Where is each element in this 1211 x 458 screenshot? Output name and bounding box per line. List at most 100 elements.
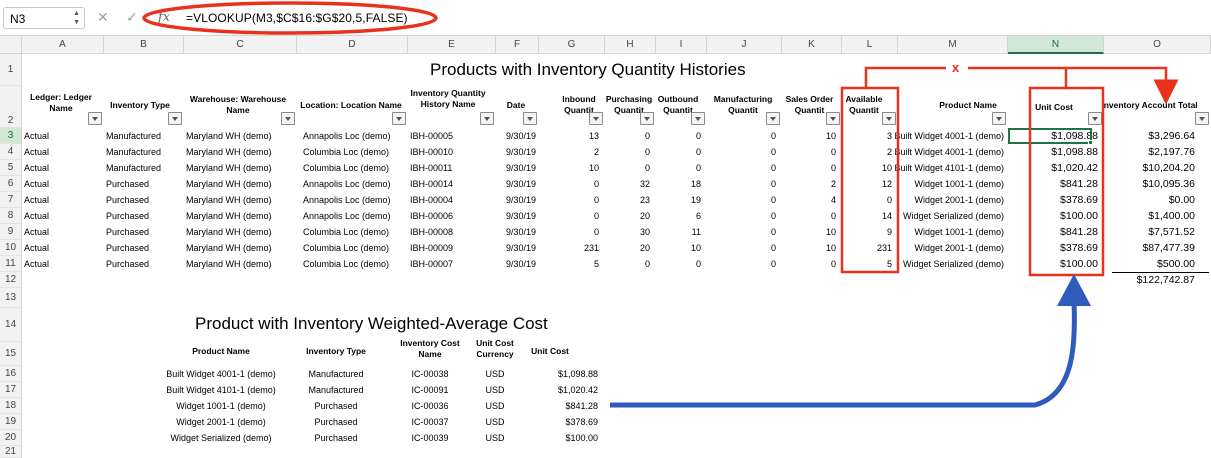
table1-cell-h[interactable]: 20	[605, 243, 650, 253]
table1-cell-j[interactable]: 0	[707, 131, 776, 141]
table1-cell-g[interactable]: 2	[539, 147, 599, 157]
table1-cell-e[interactable]: IBH-00014	[410, 179, 496, 189]
table1-cell-i[interactable]: 19	[656, 195, 701, 205]
filter-dropdown-l[interactable]	[882, 112, 896, 125]
filter-dropdown-o[interactable]	[1195, 112, 1209, 125]
column-header-o[interactable]: O	[1104, 36, 1211, 54]
table2-cell-type[interactable]: Purchased	[296, 401, 376, 411]
column-header-k[interactable]: K	[782, 36, 842, 54]
table2-cell-cost_name[interactable]: IC-00091	[400, 385, 460, 395]
table1-cell-g[interactable]: 13	[539, 131, 599, 141]
table1-cell-c[interactable]: Maryland WH (demo)	[186, 179, 297, 189]
row-header-14[interactable]: 14	[0, 308, 21, 342]
table1-cell-b[interactable]: Purchased	[106, 179, 184, 189]
table1-cell-i[interactable]: 10	[656, 243, 701, 253]
table1-cell-h[interactable]: 0	[605, 131, 650, 141]
column-header-b[interactable]: B	[104, 36, 184, 54]
row-header-17[interactable]: 17	[0, 382, 21, 398]
table1-cell-e[interactable]: IBH-00011	[410, 163, 496, 173]
table1-cell-o[interactable]: $7,571.52	[1104, 226, 1195, 238]
table1-cell-d[interactable]: Annapolis Loc (demo)	[303, 195, 408, 205]
enter-icon[interactable]: ✓	[126, 9, 138, 26]
table1-cell-n[interactable]: $841.28	[1008, 226, 1098, 238]
table1-cell-f[interactable]: 9/30/19	[506, 259, 539, 269]
table1-cell-j[interactable]: 0	[707, 243, 776, 253]
filter-dropdown-e[interactable]	[480, 112, 494, 125]
table1-cell-a[interactable]: Actual	[24, 227, 104, 237]
table1-cell-g[interactable]: 0	[539, 179, 599, 189]
table1-cell-f[interactable]: 9/30/19	[506, 227, 539, 237]
row-header-6[interactable]: 6	[0, 176, 21, 192]
table1-cell-o[interactable]: $10,095.36	[1104, 178, 1195, 190]
table1-cell-o[interactable]: $1,400.00	[1104, 210, 1195, 222]
row-header-11[interactable]: 11	[0, 256, 21, 272]
table2-cell-product[interactable]: Widget Serialized (demo)	[166, 433, 276, 443]
table1-cell-d[interactable]: Columbia Loc (demo)	[303, 259, 408, 269]
table1-cell-f[interactable]: 9/30/19	[506, 131, 539, 141]
table1-cell-j[interactable]: 0	[707, 163, 776, 173]
column-header-c[interactable]: C	[184, 36, 297, 54]
table1-cell-k[interactable]: 0	[782, 147, 836, 157]
table1-cell-o[interactable]: $10,204.20	[1104, 162, 1195, 174]
table2-cell-currency[interactable]: USD	[470, 401, 520, 411]
table1-cell-f[interactable]: 9/30/19	[506, 179, 539, 189]
table1-cell-l[interactable]: 0	[842, 195, 892, 205]
table1-cell-e[interactable]: IBH-00007	[410, 259, 496, 269]
table1-cell-h[interactable]: 20	[605, 211, 650, 221]
table1-cell-g[interactable]: 231	[539, 243, 599, 253]
table1-cell-i[interactable]: 11	[656, 227, 701, 237]
table1-cell-h[interactable]: 23	[605, 195, 650, 205]
table1-cell-h[interactable]: 0	[605, 259, 650, 269]
row-header-8[interactable]: 8	[0, 208, 21, 224]
row-header-10[interactable]: 10	[0, 240, 21, 256]
table1-cell-g[interactable]: 0	[539, 211, 599, 221]
table1-total[interactable]: $122,742.87	[1104, 274, 1195, 286]
table1-cell-m[interactable]: Built Widget 4001-1 (demo)	[894, 131, 1004, 141]
row-header-20[interactable]: 20	[0, 430, 21, 446]
table1-cell-l[interactable]: 10	[842, 163, 892, 173]
table1-cell-b[interactable]: Manufactured	[106, 147, 184, 157]
row-header-16[interactable]: 16	[0, 366, 21, 382]
table1-cell-a[interactable]: Actual	[24, 195, 104, 205]
table1-cell-d[interactable]: Columbia Loc (demo)	[303, 147, 408, 157]
table1-cell-i[interactable]: 0	[656, 131, 701, 141]
table1-cell-k[interactable]: 0	[782, 259, 836, 269]
table1-cell-b[interactable]: Manufactured	[106, 163, 184, 173]
row-header-12[interactable]: 12	[0, 272, 21, 288]
table1-cell-n[interactable]: $100.00	[1008, 210, 1098, 222]
table1-cell-d[interactable]: Annapolis Loc (demo)	[303, 211, 408, 221]
table1-cell-g[interactable]: 5	[539, 259, 599, 269]
filter-dropdown-i[interactable]	[691, 112, 705, 125]
table1-cell-m[interactable]: Built Widget 4101-1 (demo)	[894, 163, 1004, 173]
table1-cell-i[interactable]: 0	[656, 147, 701, 157]
table1-cell-m[interactable]: Widget Serialized (demo)	[894, 259, 1004, 269]
filter-dropdown-d[interactable]	[392, 112, 406, 125]
table1-cell-c[interactable]: Maryland WH (demo)	[186, 147, 297, 157]
table1-cell-k[interactable]: 4	[782, 195, 836, 205]
filter-dropdown-h[interactable]	[640, 112, 654, 125]
table1-cell-a[interactable]: Actual	[24, 211, 104, 221]
table1-cell-m[interactable]: Built Widget 4001-1 (demo)	[894, 147, 1004, 157]
table1-cell-h[interactable]: 0	[605, 147, 650, 157]
table1-cell-j[interactable]: 0	[707, 259, 776, 269]
table1-cell-h[interactable]: 0	[605, 163, 650, 173]
fill-handle[interactable]	[1088, 140, 1093, 145]
table1-cell-j[interactable]: 0	[707, 211, 776, 221]
table1-cell-d[interactable]: Annapolis Loc (demo)	[303, 131, 408, 141]
filter-dropdown-k[interactable]	[826, 112, 840, 125]
name-box[interactable]: N3 ▲ ▼	[3, 7, 85, 29]
row-header-15[interactable]: 15	[0, 342, 21, 366]
table1-cell-k[interactable]: 10	[782, 131, 836, 141]
table1-cell-j[interactable]: 0	[707, 147, 776, 157]
table1-cell-d[interactable]: Columbia Loc (demo)	[303, 163, 408, 173]
table1-cell-f[interactable]: 9/30/19	[506, 211, 539, 221]
table2-cell-product[interactable]: Widget 2001-1 (demo)	[166, 417, 276, 427]
table1-cell-c[interactable]: Maryland WH (demo)	[186, 259, 297, 269]
table1-cell-g[interactable]: 10	[539, 163, 599, 173]
table2-cell-unit_cost[interactable]: $1,020.42	[520, 385, 598, 395]
table1-cell-l[interactable]: 14	[842, 211, 892, 221]
table1-cell-c[interactable]: Maryland WH (demo)	[186, 227, 297, 237]
table1-cell-h[interactable]: 30	[605, 227, 650, 237]
table2-cell-currency[interactable]: USD	[470, 369, 520, 379]
table1-cell-f[interactable]: 9/30/19	[506, 147, 539, 157]
